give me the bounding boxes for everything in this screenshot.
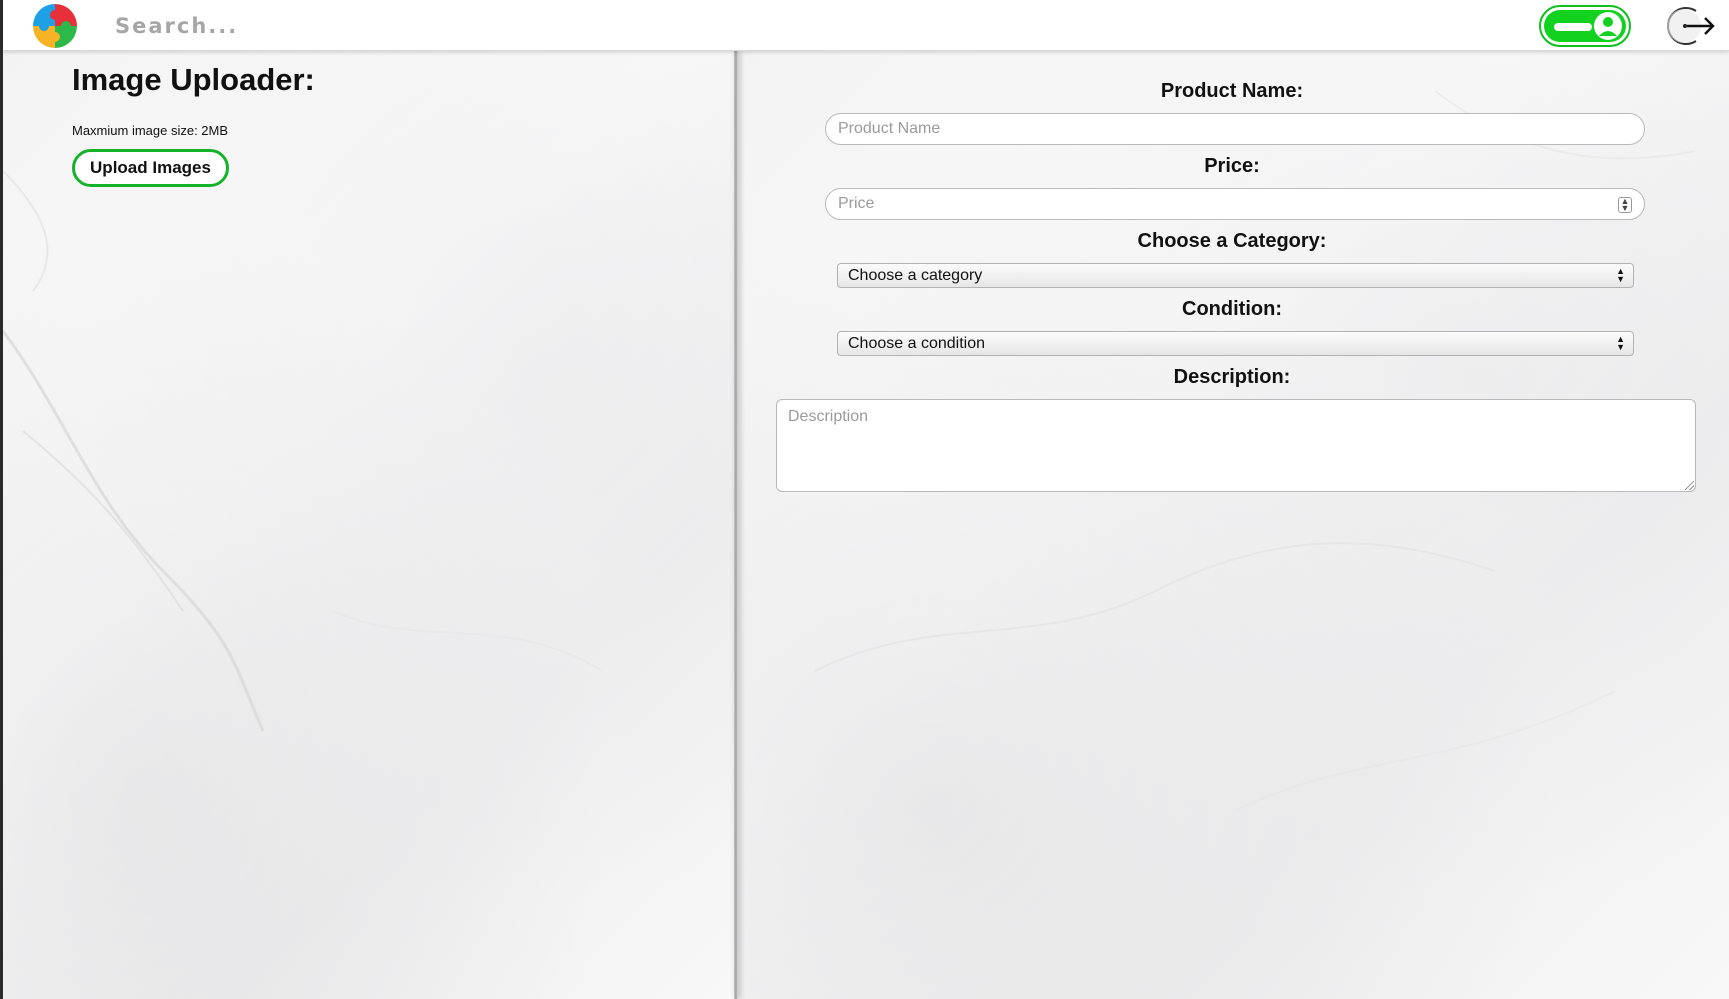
category-select[interactable]: Choose a category ▲ ▼ bbox=[837, 263, 1634, 288]
resize-grip-icon[interactable] bbox=[1685, 481, 1694, 490]
product-name-input[interactable] bbox=[825, 113, 1645, 145]
description-textarea[interactable] bbox=[776, 399, 1696, 492]
uploader-title: Image Uploader: bbox=[72, 62, 315, 97]
marble-texture bbox=[3, 170, 604, 732]
price-stepper[interactable]: ▲ ▼ bbox=[1618, 197, 1632, 213]
condition-label: Condition: bbox=[1182, 298, 1282, 320]
puzzle-logo-icon[interactable] bbox=[32, 3, 78, 49]
logout-icon[interactable] bbox=[1660, 3, 1716, 49]
max-size-note: Maxmium image size: 2MB bbox=[72, 123, 229, 138]
chevron-updown-icon: ▲ ▼ bbox=[1616, 334, 1625, 352]
user-mode-toggle[interactable] bbox=[1539, 5, 1631, 47]
category-label: Choose a Category: bbox=[1137, 230, 1327, 252]
search-input[interactable] bbox=[115, 10, 715, 42]
pane-divider[interactable] bbox=[734, 51, 738, 999]
image-uploader-pane bbox=[3, 51, 735, 999]
chevron-updown-icon: ▲ ▼ bbox=[1616, 266, 1625, 284]
description-label: Description: bbox=[1173, 366, 1291, 388]
upload-images-button[interactable]: Upload Images bbox=[72, 149, 229, 187]
app-window: Image Uploader: Maxmium image size: 2MB … bbox=[3, 0, 1729, 999]
price-label: Price: bbox=[1204, 155, 1260, 177]
condition-select[interactable]: Choose a condition ▲ ▼ bbox=[837, 331, 1634, 356]
user-icon bbox=[1594, 12, 1622, 40]
product-name-label: Product Name: bbox=[1160, 80, 1304, 102]
condition-selected-value: Choose a condition bbox=[848, 335, 985, 352]
category-selected-value: Choose a category bbox=[848, 267, 983, 284]
top-bar bbox=[3, 0, 1729, 51]
price-input[interactable] bbox=[825, 188, 1645, 220]
